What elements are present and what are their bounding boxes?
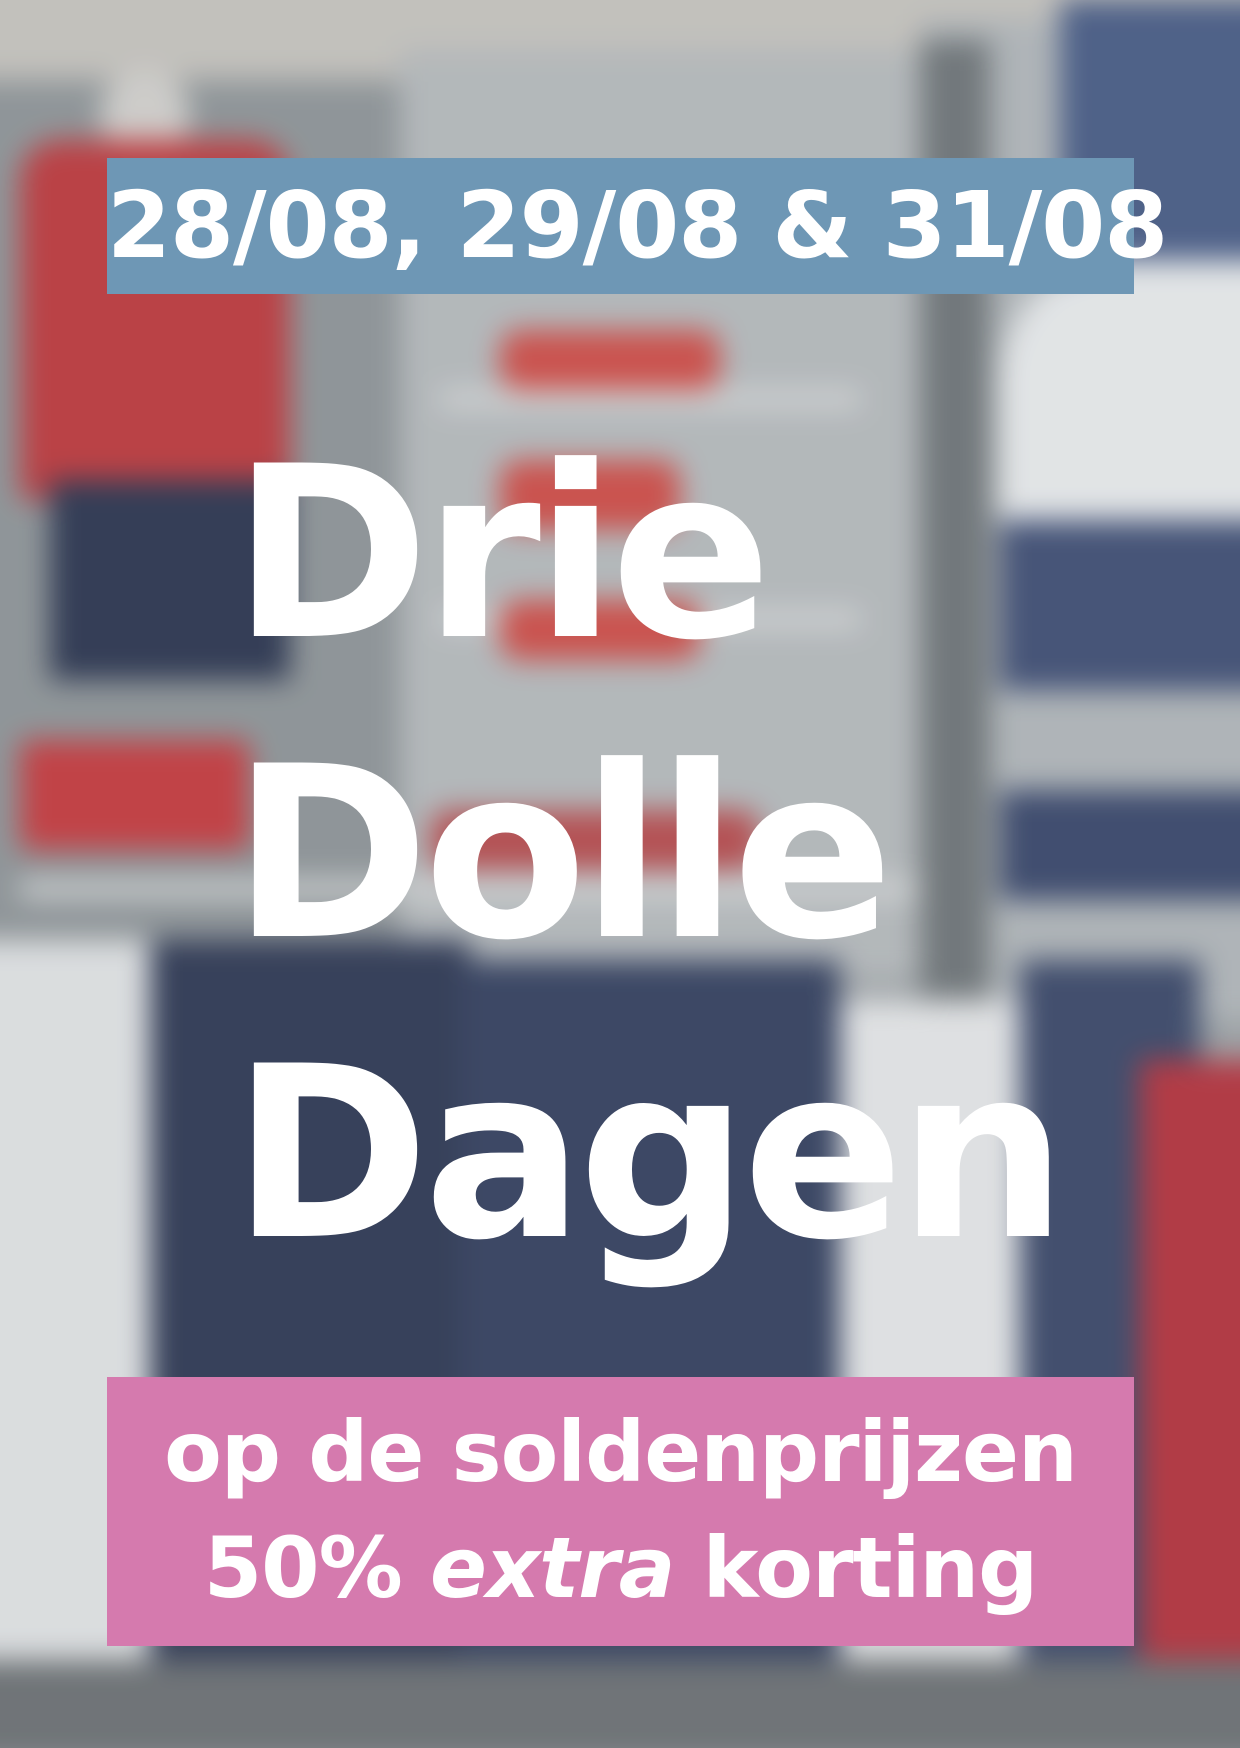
headline: Drie Dolle Dagen bbox=[232, 405, 1067, 1305]
promo-line-discount: 50% extra korting bbox=[107, 1511, 1134, 1626]
dates-banner: 28/08, 29/08 & 31/08 bbox=[107, 158, 1168, 294]
headline-line-dolle: Dolle bbox=[232, 716, 894, 993]
headline-line-dagen: Dagen bbox=[232, 1016, 1067, 1293]
promo-line-soldenprijzen: op de soldenprijzen bbox=[164, 1403, 1078, 1501]
discount-extra-emphasis: extra bbox=[430, 1519, 675, 1617]
discount-percentage: 50% bbox=[203, 1519, 403, 1617]
headline-line-drie: Drie bbox=[232, 416, 772, 693]
promo-banner: op de soldenprijzen 50% extra korting bbox=[107, 1377, 1134, 1646]
discount-korting-label: korting bbox=[702, 1519, 1039, 1617]
